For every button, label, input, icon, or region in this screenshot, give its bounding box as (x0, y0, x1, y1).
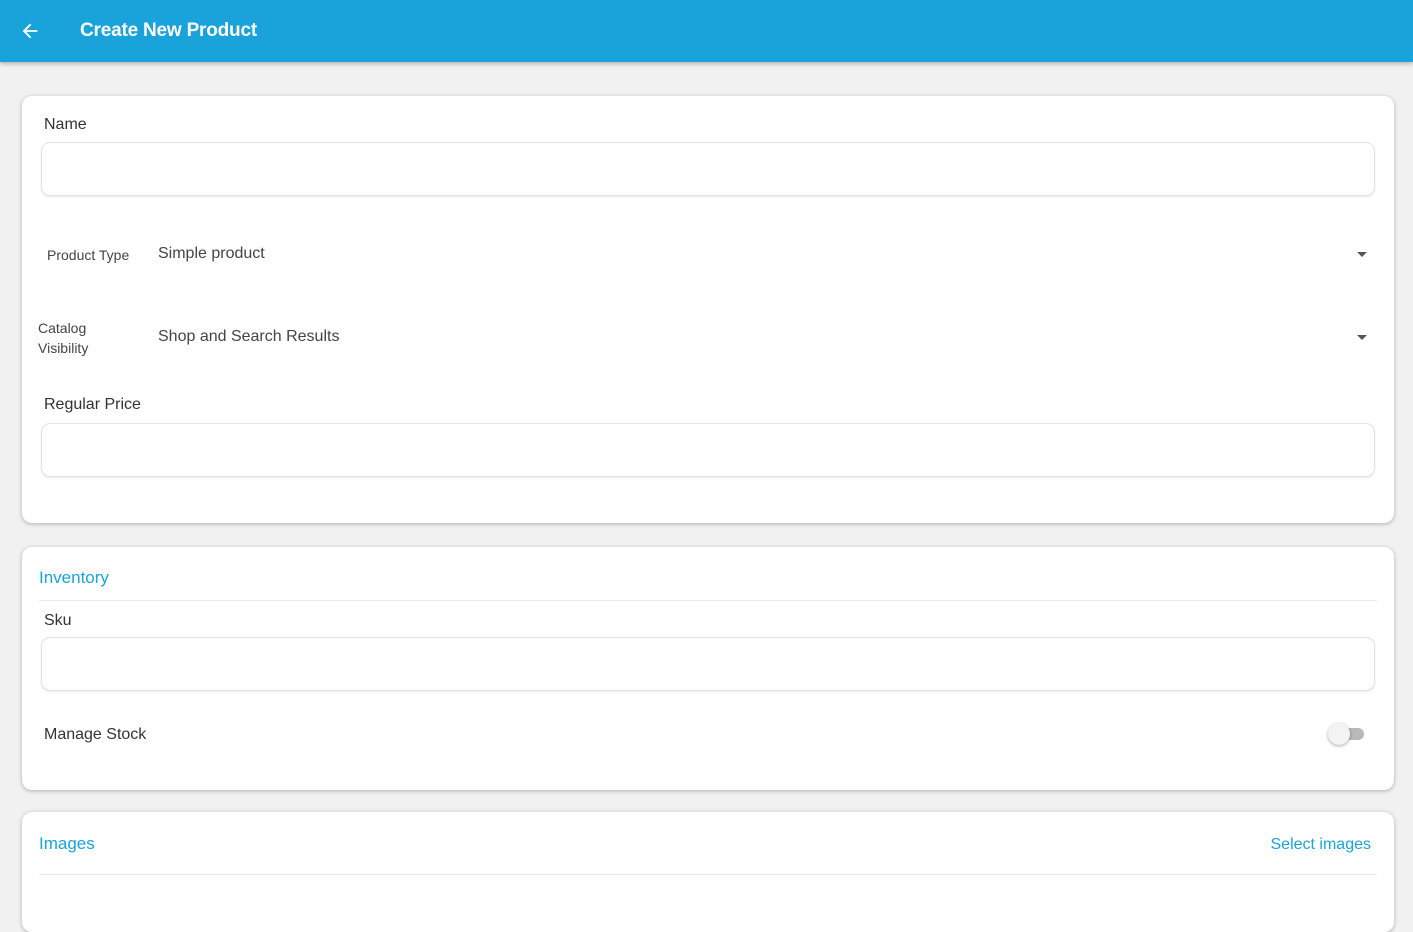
chevron-down-icon (1357, 335, 1367, 340)
inventory-card: Inventory Sku Manage Stock (22, 547, 1394, 790)
images-card: Images Select images (22, 812, 1394, 932)
name-input[interactable] (41, 142, 1375, 196)
product-type-select[interactable]: Product Type Simple product (22, 236, 1394, 276)
chevron-down-icon (1357, 252, 1367, 257)
manage-stock-toggle[interactable] (1328, 723, 1366, 745)
sku-label: Sku (44, 612, 72, 629)
back-button[interactable] (14, 15, 46, 47)
name-label: Name (44, 116, 87, 133)
arrow-left-icon (22, 23, 38, 39)
manage-stock-label: Manage Stock (44, 726, 147, 743)
regular-price-input[interactable] (41, 423, 1375, 477)
toggle-thumb (1328, 723, 1350, 745)
catalog-visibility-select[interactable]: Catalog Visibility Shop and Search Resul… (22, 318, 1394, 362)
general-card: Name Product Type Simple product Catalog… (22, 96, 1394, 523)
page-title: Create New Product (80, 20, 257, 41)
select-images-button[interactable]: Select images (1271, 836, 1372, 854)
divider (39, 874, 1377, 875)
images-section-title: Images (39, 834, 95, 853)
product-type-label: Product Type (47, 247, 130, 263)
inventory-section-title: Inventory (39, 568, 109, 587)
divider (39, 600, 1377, 601)
app-bar: Create New Product (0, 0, 1413, 62)
regular-price-label: Regular Price (44, 396, 141, 413)
sku-input[interactable] (41, 637, 1375, 691)
product-type-value: Simple product (158, 245, 265, 262)
catalog-visibility-value: Shop and Search Results (158, 328, 340, 345)
catalog-visibility-label: Catalog Visibility (38, 320, 89, 356)
